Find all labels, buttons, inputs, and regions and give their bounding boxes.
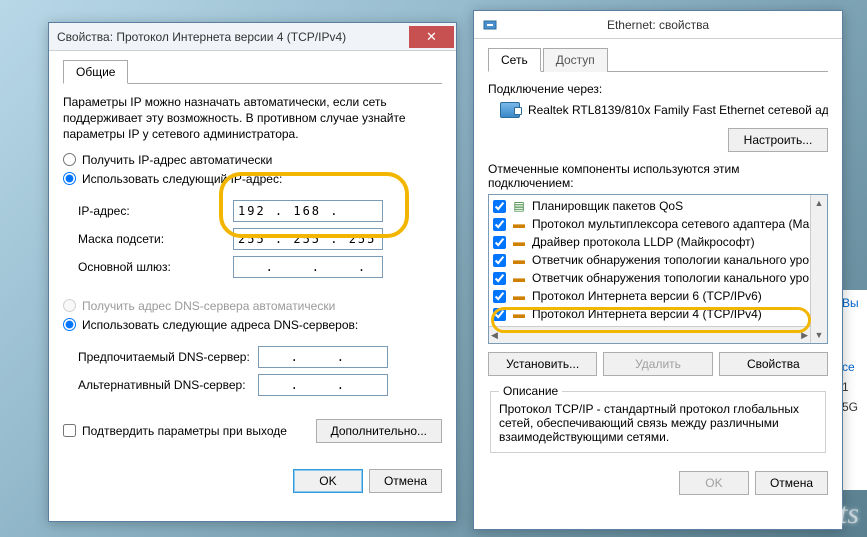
component-item[interactable]: ▬ Протокол мультиплексора сетевого адапте… xyxy=(489,215,827,233)
checkbox-validate-row[interactable]: Подтвердить параметры при выходе xyxy=(63,424,287,438)
ipv4-intro-text: Параметры IP можно назначать автоматичес… xyxy=(63,94,442,143)
ipv4-tabs: Общие xyxy=(63,59,442,84)
eth-ok-button: OK xyxy=(679,471,749,495)
install-button[interactable]: Установить... xyxy=(488,352,597,376)
description-text: Протокол TCP/IP - стандартный протокол г… xyxy=(499,402,817,444)
input-dns-alternate[interactable] xyxy=(258,374,388,396)
radio-manual-dns[interactable] xyxy=(63,318,76,331)
component-label: Драйвер протокола LLDP (Майкрософт) xyxy=(532,235,755,249)
component-item[interactable]: ▬ Драйвер протокола LLDP (Майкрософт) xyxy=(489,233,827,251)
close-button[interactable]: ✕ xyxy=(409,26,454,48)
radio-auto-dns-row: Получить адрес DNS-сервера автоматически xyxy=(63,299,442,313)
protocol-icon: ▬ xyxy=(511,216,527,232)
component-label: Протокол мультиплексора сетевого адаптер… xyxy=(532,217,809,231)
protocol-icon: ▬ xyxy=(511,306,527,322)
label-ip: IP-адрес: xyxy=(78,204,233,218)
description-title: Описание xyxy=(499,384,562,398)
ipv4-title: Свойства: Протокол Интернета версии 4 (T… xyxy=(57,30,409,44)
cancel-button[interactable]: Отмена xyxy=(369,469,442,493)
label-connect-via: Подключение через: xyxy=(488,82,828,96)
label-dns2: Альтернативный DNS-сервер: xyxy=(78,378,258,392)
label-mask: Маска подсети: xyxy=(78,232,233,246)
advanced-button[interactable]: Дополнительно... xyxy=(316,419,442,443)
eth-cancel-button[interactable]: Отмена xyxy=(755,471,828,495)
component-item[interactable]: ▬ Ответчик обнаружения топологии канально… xyxy=(489,251,827,269)
scroll-down-icon[interactable]: ▼ xyxy=(815,327,824,343)
checkbox-validate[interactable] xyxy=(63,424,76,437)
eth-title: Ethernet: свойства xyxy=(504,18,812,32)
component-item[interactable]: ▬ Ответчик обнаружения топологии канально… xyxy=(489,269,827,287)
component-item[interactable]: ▤ Планировщик пакетов QoS xyxy=(489,197,827,215)
component-label: Протокол Интернета версии 4 (TCP/IPv4) xyxy=(532,307,762,321)
component-checkbox[interactable] xyxy=(493,200,506,213)
horizontal-scrollbar[interactable]: ◀ ▶ xyxy=(489,326,810,343)
label-gateway: Основной шлюз: xyxy=(78,260,233,274)
scroll-left-icon[interactable]: ◀ xyxy=(491,327,498,343)
eth-titlebar: Ethernet: свойства xyxy=(474,11,842,39)
component-checkbox[interactable] xyxy=(493,218,506,231)
component-label: Протокол Интернета версии 6 (TCP/IPv6) xyxy=(532,289,762,303)
components-listbox[interactable]: ▤ Планировщик пакетов QoS ▬ Протокол мульти… xyxy=(488,194,828,344)
ipv4-titlebar: Свойства: Протокол Интернета версии 4 (T… xyxy=(49,23,456,51)
component-label: Планировщик пакетов QoS xyxy=(532,199,683,213)
scroll-up-icon[interactable]: ▲ xyxy=(815,195,824,211)
component-label: Ответчик обнаружения топологии канальног… xyxy=(532,253,809,267)
eth-tabs: Сеть Доступ xyxy=(488,47,828,72)
vertical-scrollbar[interactable]: ▲ ▼ xyxy=(810,195,827,343)
description-group: Описание Протокол TCP/IP - стандартный п… xyxy=(490,384,826,453)
component-label: Ответчик обнаружения топологии канальног… xyxy=(532,271,809,285)
radio-auto-ip-label: Получить IP-адрес автоматически xyxy=(82,153,272,167)
scroll-right-icon[interactable]: ▶ xyxy=(801,327,808,343)
component-item[interactable]: ▬ Протокол Интернета версии 6 (TCP/IPv6) xyxy=(489,287,827,305)
protocol-icon: ▬ xyxy=(511,270,527,286)
background-window-edge: Вы се 1 5G xyxy=(839,290,867,490)
adapter-name: Realtek RTL8139/810x Family Fast Etherne… xyxy=(528,103,828,117)
network-adapter-icon xyxy=(500,102,520,118)
remove-button: Удалить xyxy=(603,352,712,376)
configure-button[interactable]: Настроить... xyxy=(728,128,828,152)
radio-auto-dns-label: Получить адрес DNS-сервера автоматически xyxy=(82,299,335,313)
component-checkbox[interactable] xyxy=(493,236,506,249)
radio-manual-ip-label: Использовать следующий IP-адрес: xyxy=(82,172,282,186)
input-subnet-mask[interactable] xyxy=(233,228,383,250)
radio-auto-ip-row[interactable]: Получить IP-адрес автоматически xyxy=(63,153,442,167)
protocol-icon: ▬ xyxy=(511,234,527,250)
properties-button[interactable]: Свойства xyxy=(719,352,828,376)
ipv4-properties-window: Свойства: Протокол Интернета версии 4 (T… xyxy=(48,22,457,522)
tab-access[interactable]: Доступ xyxy=(543,48,608,72)
label-components: Отмеченные компоненты используются этим … xyxy=(488,162,828,190)
ethernet-icon xyxy=(482,17,498,33)
radio-auto-ip[interactable] xyxy=(63,153,76,166)
radio-manual-ip-row[interactable]: Использовать следующий IP-адрес: xyxy=(63,172,442,186)
component-checkbox[interactable] xyxy=(493,272,506,285)
component-checkbox[interactable] xyxy=(493,254,506,267)
checkbox-validate-label: Подтвердить параметры при выходе xyxy=(82,424,287,438)
radio-manual-dns-row[interactable]: Использовать следующие адреса DNS-сервер… xyxy=(63,318,442,332)
ok-button[interactable]: OK xyxy=(293,469,363,493)
tab-network[interactable]: Сеть xyxy=(488,48,541,72)
ethernet-properties-window: Ethernet: свойства Сеть Доступ Подключен… xyxy=(473,10,843,530)
component-checkbox[interactable] xyxy=(493,308,506,321)
protocol-icon: ▬ xyxy=(511,252,527,268)
label-dns1: Предпочитаемый DNS-сервер: xyxy=(78,350,258,364)
tab-general[interactable]: Общие xyxy=(63,60,128,84)
input-ip-address[interactable] xyxy=(233,200,383,222)
component-checkbox[interactable] xyxy=(493,290,506,303)
component-item[interactable]: ▬ Протокол Интернета версии 4 (TCP/IPv4) xyxy=(489,305,827,323)
radio-manual-ip[interactable] xyxy=(63,172,76,185)
radio-manual-dns-label: Использовать следующие адреса DNS-сервер… xyxy=(82,318,358,332)
radio-auto-dns xyxy=(63,299,76,312)
protocol-icon: ▬ xyxy=(511,288,527,304)
service-icon: ▤ xyxy=(511,198,527,214)
close-icon: ✕ xyxy=(426,29,437,45)
input-dns-primary[interactable] xyxy=(258,346,388,368)
input-gateway[interactable] xyxy=(233,256,383,278)
